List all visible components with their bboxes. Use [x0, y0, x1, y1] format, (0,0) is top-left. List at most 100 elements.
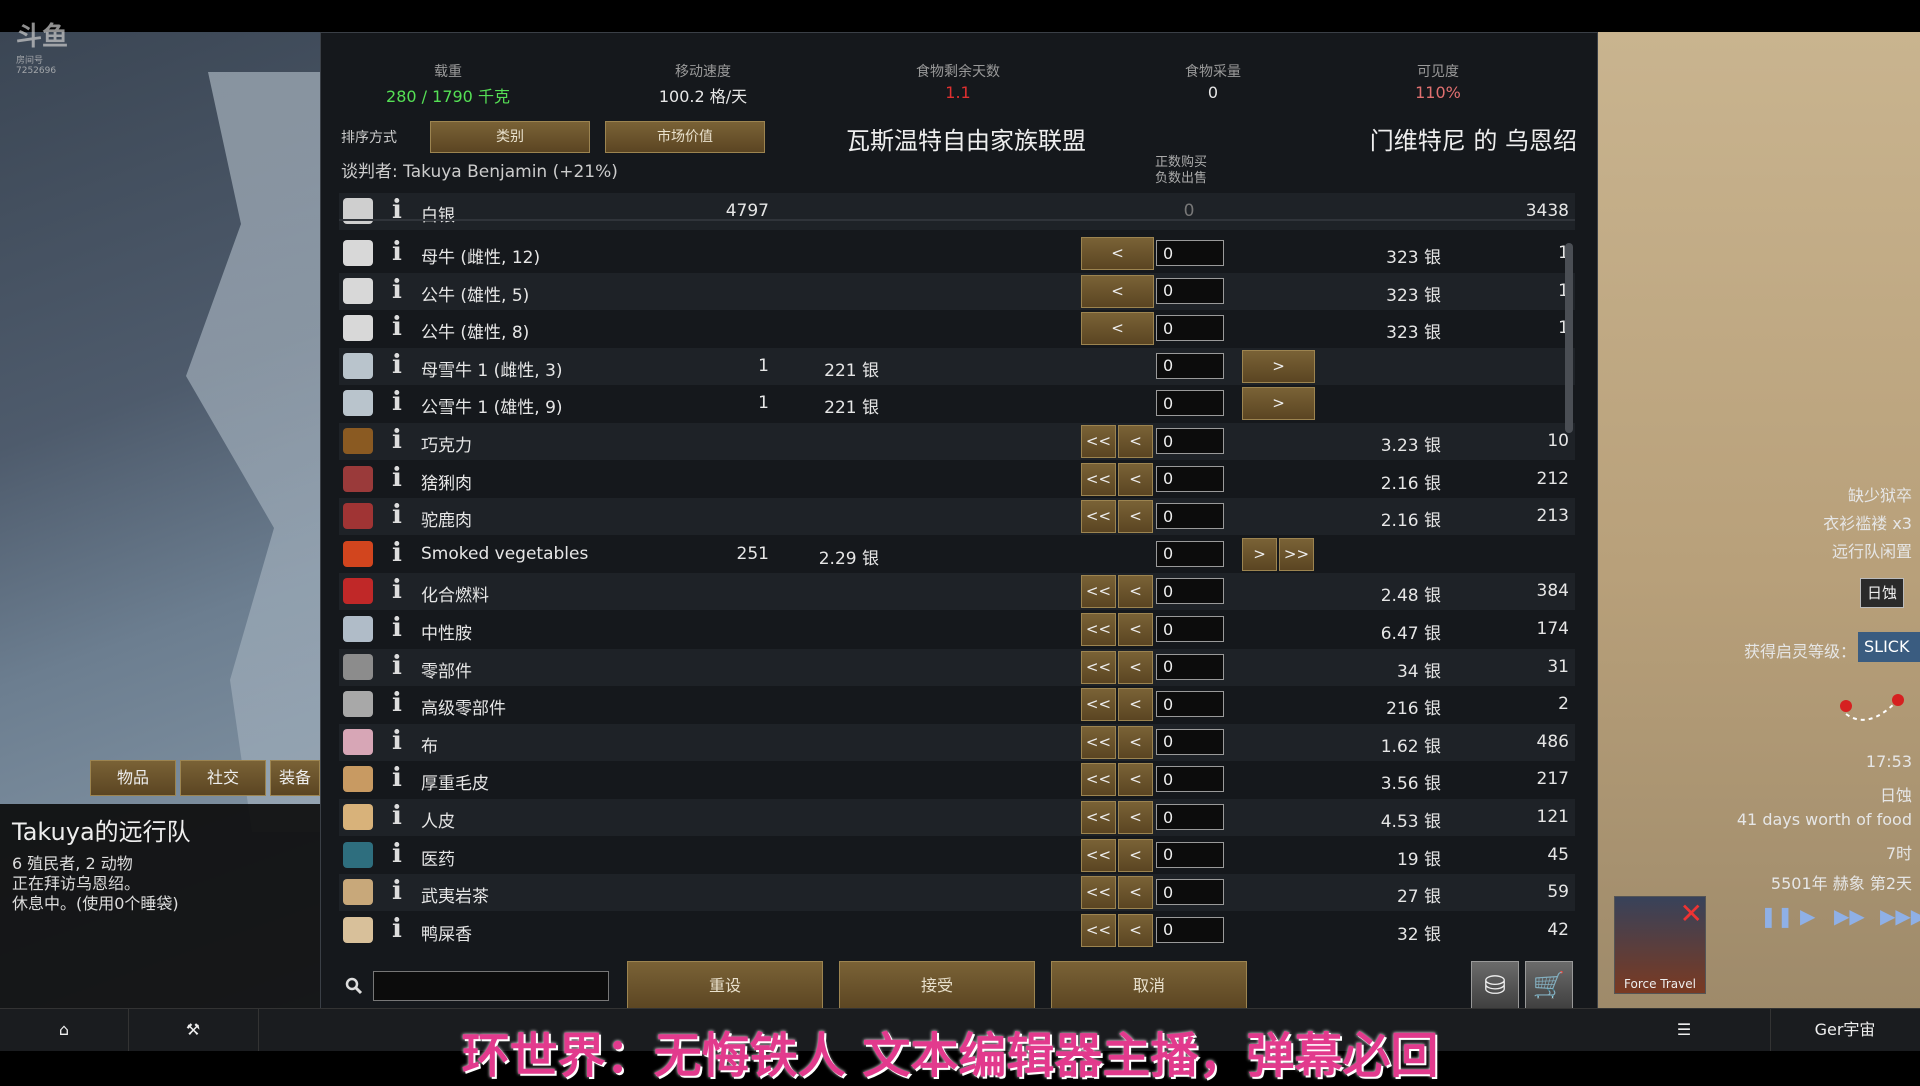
vegetables-icon	[343, 540, 373, 567]
sell-one-button[interactable]: <	[1118, 425, 1153, 458]
info-icon[interactable]: i	[387, 425, 407, 455]
pause-icon[interactable]: ❚❚	[1760, 904, 1794, 928]
sell-all-button[interactable]: <<	[1081, 725, 1116, 759]
quantity-input[interactable]	[1156, 240, 1224, 266]
buy-all-button[interactable]: >>	[1279, 537, 1314, 571]
scrollbar[interactable]	[1565, 243, 1573, 433]
sell-one-button[interactable]: <	[1081, 274, 1154, 308]
play-icon[interactable]: ▶	[1800, 904, 1815, 928]
quantity-input[interactable]	[1156, 503, 1224, 530]
sell-all-button[interactable]: <<	[1081, 462, 1116, 496]
info-icon[interactable]: i	[387, 726, 407, 756]
quantity-input[interactable]	[1156, 804, 1224, 830]
cart-icon[interactable]: 🛒	[1525, 961, 1573, 1011]
quantity-input[interactable]	[1156, 465, 1224, 492]
buy-one-button[interactable]: >	[1242, 349, 1315, 383]
cancel-button[interactable]: 取消	[1051, 961, 1247, 1011]
sell-one-button[interactable]: <	[1118, 500, 1153, 534]
fast-forward-icon[interactable]: ▶▶	[1834, 904, 1865, 928]
info-icon[interactable]: i	[387, 500, 407, 530]
info-icon[interactable]: i	[387, 801, 407, 831]
quantity-input[interactable]	[1156, 428, 1224, 454]
search-input[interactable]	[373, 971, 609, 1001]
sell-one-button[interactable]: <	[1118, 688, 1153, 722]
home-icon[interactable]: ⌂	[0, 1009, 129, 1051]
info-icon[interactable]: i	[387, 275, 407, 305]
sell-all-button[interactable]: <<	[1081, 575, 1116, 609]
sell-all-button[interactable]: <<	[1081, 650, 1116, 684]
meat-icon	[343, 503, 373, 530]
sell-all-button[interactable]: <<	[1081, 425, 1116, 458]
sell-one-button[interactable]: <	[1118, 462, 1153, 496]
info-icon[interactable]: i	[387, 688, 407, 718]
quantity-input[interactable]	[1156, 916, 1224, 943]
info-icon[interactable]: i	[387, 763, 407, 793]
info-icon[interactable]: i	[387, 839, 407, 869]
sell-all-button[interactable]: <<	[1081, 876, 1116, 910]
sell-all-button[interactable]: <<	[1081, 763, 1116, 797]
eclipse-condition-button[interactable]: 日蚀	[1860, 578, 1904, 608]
quantity-input[interactable]	[1156, 691, 1224, 718]
sell-one-button[interactable]: <	[1081, 237, 1154, 270]
quantity-input[interactable]	[1156, 653, 1224, 680]
gift-icon[interactable]: ⛁	[1471, 961, 1519, 1011]
quantity-input[interactable]	[1156, 728, 1224, 755]
quantity-input[interactable]	[1156, 277, 1224, 304]
info-icon[interactable]: i	[387, 651, 407, 681]
quantity-input[interactable]	[1156, 879, 1224, 906]
sort-category-button[interactable]: 类别	[430, 121, 590, 153]
inspiration-badge[interactable]: SLICK	[1858, 632, 1920, 662]
quantity-input[interactable]	[1156, 578, 1224, 605]
alert-caravan-idle[interactable]: 远行队闲置	[1832, 538, 1912, 562]
accept-button[interactable]: 接受	[839, 961, 1035, 1011]
world-button[interactable]: Ger宇宙	[1770, 1009, 1920, 1051]
tab-items[interactable]: 物品	[90, 760, 176, 796]
alert-no-warden[interactable]: 缺少狱卒	[1848, 482, 1912, 506]
sell-one-button[interactable]: <	[1118, 913, 1153, 947]
force-travel-thumbnail[interactable]: ✕ Force Travel	[1614, 896, 1706, 994]
info-icon[interactable]: i	[387, 463, 407, 493]
alert-ragged[interactable]: 衣衫褴褛 x3	[1823, 510, 1912, 534]
quantity-input[interactable]	[1156, 390, 1224, 417]
sell-all-button[interactable]: <<	[1081, 688, 1116, 722]
sell-one-button[interactable]: <	[1118, 650, 1153, 684]
sell-one-button[interactable]: <	[1118, 801, 1153, 834]
tab-gear[interactable]: 装备	[270, 760, 320, 796]
menu-icon[interactable]: ☰	[1598, 1009, 1771, 1051]
tab-social[interactable]: 社交	[180, 760, 266, 796]
sell-one-button[interactable]: <	[1118, 763, 1153, 797]
info-icon[interactable]: i	[387, 538, 407, 568]
sell-all-button[interactable]: <<	[1081, 838, 1116, 872]
sort-market-value-button[interactable]: 市场价值	[605, 121, 765, 153]
sell-one-button[interactable]: <	[1118, 876, 1153, 910]
architect-icon[interactable]: ⚒	[128, 1009, 259, 1051]
buy-one-button[interactable]: >	[1242, 537, 1277, 571]
info-icon[interactable]: i	[387, 237, 407, 267]
info-icon[interactable]: i	[387, 876, 407, 906]
sell-one-button[interactable]: <	[1081, 312, 1154, 346]
sell-all-button[interactable]: <<	[1081, 801, 1116, 834]
close-icon[interactable]: ✕	[1680, 897, 1703, 930]
info-icon[interactable]: i	[387, 350, 407, 380]
quantity-input[interactable]	[1156, 766, 1224, 793]
sell-one-button[interactable]: <	[1118, 838, 1153, 872]
quantity-input[interactable]	[1156, 540, 1224, 567]
sell-one-button[interactable]: <	[1118, 575, 1153, 609]
info-icon[interactable]: i	[387, 575, 407, 605]
reset-button[interactable]: 重设	[627, 961, 823, 1011]
sell-one-button[interactable]: <	[1118, 725, 1153, 759]
superfast-icon[interactable]: ▶▶▶	[1880, 904, 1920, 928]
quantity-input[interactable]	[1156, 315, 1224, 342]
info-icon[interactable]: i	[387, 914, 407, 944]
info-icon[interactable]: i	[387, 312, 407, 342]
sell-one-button[interactable]: <	[1118, 613, 1153, 646]
info-icon[interactable]: i	[387, 387, 407, 417]
sell-all-button[interactable]: <<	[1081, 500, 1116, 534]
sell-all-button[interactable]: <<	[1081, 913, 1116, 947]
quantity-input[interactable]	[1156, 352, 1224, 379]
quantity-input[interactable]	[1156, 616, 1224, 642]
info-icon[interactable]: i	[387, 613, 407, 643]
quantity-input[interactable]	[1156, 841, 1224, 868]
buy-one-button[interactable]: >	[1242, 387, 1315, 421]
sell-all-button[interactable]: <<	[1081, 613, 1116, 646]
